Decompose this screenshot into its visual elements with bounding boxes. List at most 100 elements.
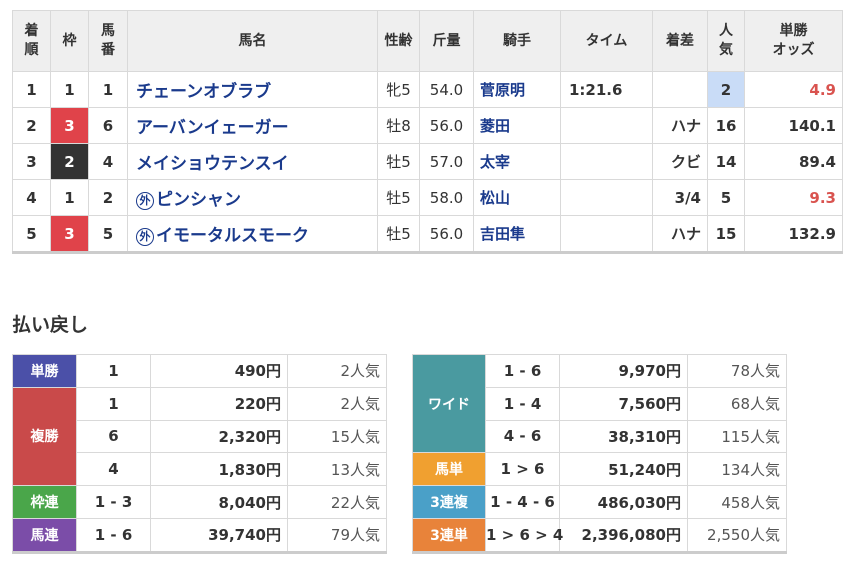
frame-number: 1 xyxy=(50,179,89,216)
payout-amount: 39,740円 xyxy=(150,517,288,554)
sex-age: 牝5 xyxy=(377,71,420,108)
payout-combination: 4 - 6 xyxy=(485,419,560,454)
payout-row: ワイド 1 - 6 9,970円 78人気 xyxy=(412,353,787,454)
jockey-link[interactable]: 松山 xyxy=(473,179,561,216)
col-sex-age-header: 性齢 xyxy=(377,10,420,72)
payout-row: 3連複 1 - 4 - 6 486,030円 458人気 xyxy=(412,485,787,519)
sex-age: 牡8 xyxy=(377,107,420,144)
horse-number: 2 xyxy=(88,179,128,216)
finish-position: 4 xyxy=(12,179,51,216)
finish-margin xyxy=(652,71,708,108)
horse-number: 1 xyxy=(88,71,128,108)
horse-name-link[interactable]: チェーンオブラブ xyxy=(136,82,271,102)
col-finish-header: 着順 xyxy=(12,10,51,72)
jockey-link[interactable]: 菅原明 xyxy=(473,71,561,108)
bet-type-label: 単勝 xyxy=(12,354,77,388)
horse-name-cell[interactable]: アーバンイェーガー xyxy=(127,107,378,144)
horse-name-cell[interactable]: チェーンオブラブ xyxy=(127,71,378,108)
payout-combination: 1 xyxy=(76,354,151,388)
bet-type-label: 複勝 xyxy=(12,386,77,487)
payout-amount: 7,560円 xyxy=(559,386,688,421)
payout-amount: 38,310円 xyxy=(559,419,688,454)
popularity: 15 xyxy=(707,215,745,254)
bet-type-label: 馬単 xyxy=(412,452,486,487)
finish-position: 5 xyxy=(12,215,51,254)
payout-amount: 486,030円 xyxy=(559,485,688,519)
race-time xyxy=(560,107,653,144)
payout-amount: 8,040円 xyxy=(150,485,288,519)
payout-popularity: 2人気 xyxy=(287,386,387,421)
payout-combination: 1 xyxy=(76,386,151,421)
carried-weight: 56.0 xyxy=(419,215,474,254)
payout-combination: 1 - 4 - 6 xyxy=(485,485,560,519)
frame-number: 1 xyxy=(50,71,89,108)
popularity: 2 xyxy=(707,71,745,108)
payout-popularity: 134人気 xyxy=(687,452,787,487)
finish-margin: ハナ xyxy=(652,107,708,144)
win-odds: 89.4 xyxy=(744,143,843,180)
payout-amount: 490円 xyxy=(150,354,288,388)
payout-amount: 9,970円 xyxy=(559,354,688,388)
result-row: 5 3 5 外イモータルスモーク 牡5 56.0 吉田隼 ハナ 15 132.9 xyxy=(12,215,843,254)
result-row: 4 1 2 外ピンシャン 牡5 58.0 松山 3/4 5 9.3 xyxy=(12,179,843,216)
col-time-header: タイム xyxy=(560,10,653,72)
horse-name-cell[interactable]: メイショウテンスイ xyxy=(127,143,378,180)
result-row: 3 2 4 メイショウテンスイ 牡5 57.0 太宰 クビ 14 89.4 xyxy=(12,143,843,180)
payout-popularity: 2,550人気 xyxy=(687,517,787,554)
payout-table-left: 単勝 1 490円 2人気 複勝 1 220円 2人気 6 2,320円 15人気 4 1,830円 13… xyxy=(12,354,387,554)
payout-popularity: 458人気 xyxy=(687,485,787,519)
horse-name-link[interactable]: メイショウテンスイ xyxy=(136,154,289,174)
sex-age: 牡5 xyxy=(377,215,420,254)
payout-popularity: 2人気 xyxy=(287,354,387,388)
finish-position: 3 xyxy=(12,143,51,180)
finish-margin: ハナ xyxy=(652,215,708,254)
frame-number: 3 xyxy=(50,107,89,144)
popularity: 16 xyxy=(707,107,745,144)
jockey-link[interactable]: 菱田 xyxy=(473,107,561,144)
frame-number: 2 xyxy=(50,143,89,180)
payout-title: 払い戻し xyxy=(12,314,89,336)
col-weight-header: 斤量 xyxy=(419,10,474,72)
bet-type-label: 3連単 xyxy=(412,517,486,554)
payout-table-right: ワイド 1 - 6 9,970円 78人気 1 - 4 7,560円 68人気 4 - 6 38… xyxy=(412,353,787,554)
carried-weight: 57.0 xyxy=(419,143,474,180)
bet-type-label: 馬連 xyxy=(12,517,77,554)
payout-popularity: 22人気 xyxy=(287,485,387,519)
win-odds: 9.3 xyxy=(744,179,843,216)
race-time xyxy=(560,143,653,180)
horse-name-link[interactable]: アーバンイェーガー xyxy=(136,118,289,138)
horse-name-link[interactable]: ピンシャン xyxy=(156,190,241,210)
carried-weight: 56.0 xyxy=(419,107,474,144)
race-results-table: 着順枠馬番馬名 性齢 斤量 騎手 タイム 着差人気単勝 オッズ 1 1 1 チェーンオブラブ 牝5 5… xyxy=(12,10,843,254)
payout-row: 馬連 1 - 6 39,740円 79人気 xyxy=(12,517,387,554)
payout-combination: 1 > 6 xyxy=(485,452,560,487)
payout-popularity: 13人気 xyxy=(287,452,387,487)
horse-name-cell[interactable]: 外イモータルスモーク xyxy=(127,215,378,254)
col-horse-number-header: 馬番 xyxy=(88,10,128,72)
payout-popularity: 79人気 xyxy=(287,517,387,554)
bet-type-label: 3連複 xyxy=(412,485,486,519)
finish-margin: クビ xyxy=(652,143,708,180)
bet-type-label: 枠連 xyxy=(12,485,77,519)
payout-combination: 1 - 6 xyxy=(485,354,560,388)
jockey-link[interactable]: 吉田隼 xyxy=(473,215,561,254)
payout-combination: 6 xyxy=(76,419,151,454)
payout-row: 複勝 1 220円 2人気 xyxy=(12,386,387,487)
payout-row: 単勝 1 490円 2人気 xyxy=(12,354,387,388)
payout-amount: 2,320円 xyxy=(150,419,288,454)
result-row: 1 1 1 チェーンオブラブ 牝5 54.0 菅原明 1:21.6 2 4.9 xyxy=(12,71,843,108)
foreign-horse-icon: 外 xyxy=(136,228,154,246)
horse-name-cell[interactable]: 外ピンシャン xyxy=(127,179,378,216)
popularity: 5 xyxy=(707,179,745,216)
horse-number: 6 xyxy=(88,107,128,144)
horse-name-link[interactable]: イモータルスモーク xyxy=(156,226,309,246)
win-odds: 132.9 xyxy=(744,215,843,254)
col-frame-header: 枠 xyxy=(50,10,89,72)
bet-type-label: ワイド xyxy=(412,353,486,454)
jockey-link[interactable]: 太宰 xyxy=(473,143,561,180)
result-row: 2 3 6 アーバンイェーガー 牡8 56.0 菱田 ハナ 16 140.1 xyxy=(12,107,843,144)
win-odds: 4.9 xyxy=(744,71,843,108)
frame-number: 3 xyxy=(50,215,89,254)
payout-amount: 2,396,080円 xyxy=(559,517,688,554)
payout-combination: 4 xyxy=(76,452,151,487)
